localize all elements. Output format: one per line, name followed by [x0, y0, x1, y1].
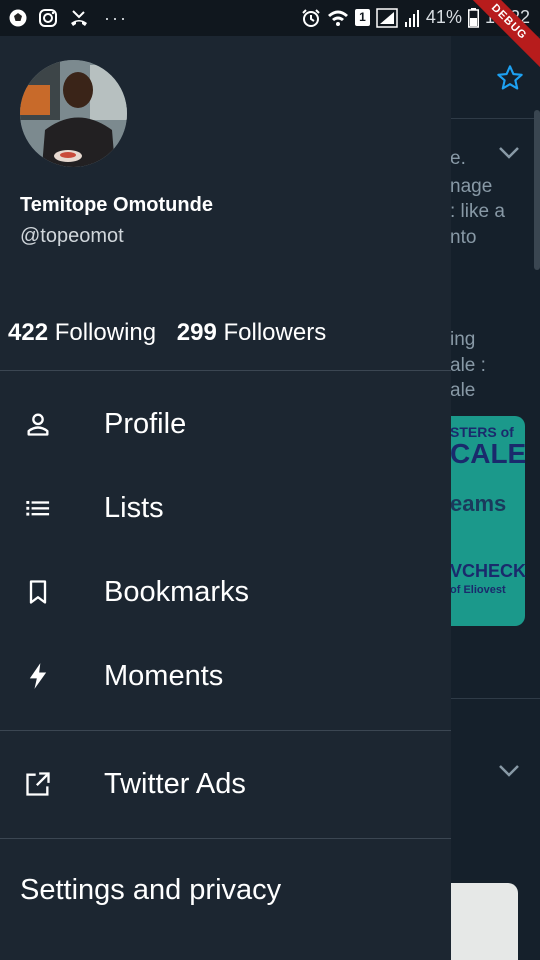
followers-label[interactable]: Followers [224, 319, 327, 346]
signal-icon [376, 7, 398, 28]
tweet-text: nto [450, 227, 477, 248]
card-text: of Eliovest [450, 584, 506, 596]
tweet-text: ale [450, 380, 476, 401]
instagram-icon [39, 9, 57, 27]
menu-label: Moments [104, 659, 224, 692]
divider [0, 838, 451, 839]
follow-counts: 422 Following 299 Followers [8, 319, 340, 347]
avatar[interactable] [20, 60, 127, 167]
tweet-text: : like a [450, 201, 505, 222]
list-icon [22, 492, 54, 524]
lightning-icon [22, 660, 54, 692]
divider [450, 698, 540, 699]
menu-item-moments[interactable]: Moments [0, 641, 451, 711]
menu-label: Lists [104, 491, 164, 524]
tweet-media-card[interactable]: STERS of CALE eams VCHECK of Eliovest [450, 416, 527, 626]
settings-and-privacy-link[interactable]: Settings and privacy [20, 874, 281, 907]
card-text: CALE [450, 438, 527, 469]
external-link-icon [22, 768, 54, 800]
tweet-text: e. [450, 148, 466, 169]
profile-name[interactable]: Temitope Omotunde [20, 194, 213, 217]
battery-percent: 41% [425, 7, 462, 27]
timeline-background: e. nage : like a nto ing ale : ale STERS… [450, 36, 540, 960]
divider [0, 370, 451, 371]
chevron-down-icon[interactable] [498, 764, 520, 778]
signal-bars-icon [404, 9, 419, 27]
card-text: eams [450, 491, 507, 516]
missed-call-icon [71, 10, 87, 26]
menu-label: Profile [104, 407, 187, 440]
sim-badge: 1 [354, 9, 370, 26]
profile-handle: @topeomot [20, 225, 124, 247]
followers-count[interactable]: 299 [177, 319, 217, 346]
alarm-icon [302, 8, 320, 27]
divider [0, 730, 451, 731]
menu-item-twitter-ads[interactable]: Twitter Ads [0, 749, 451, 819]
card-text: VCHECK [450, 561, 527, 581]
person-icon [22, 408, 54, 440]
navigation-drawer: Temitope Omotunde @topeomot 422 Followin… [0, 36, 451, 960]
bookmark-icon [22, 576, 54, 608]
menu-item-bookmarks[interactable]: Bookmarks [0, 557, 451, 627]
divider [450, 118, 540, 119]
menu-item-lists[interactable]: Lists [0, 473, 451, 543]
more-notifications: ··· [104, 8, 128, 28]
tweet-text: ale : [450, 355, 486, 376]
menu-label: Bookmarks [104, 575, 250, 608]
scrollbar[interactable] [534, 110, 540, 270]
status-bar: ··· 1 41% 16:22 DEBUG [0, 0, 540, 76]
tweet-text: nage [450, 176, 493, 197]
following-label[interactable]: Following [55, 319, 156, 346]
tweet-text: ing [450, 329, 476, 350]
menu-item-profile[interactable]: Profile [0, 389, 451, 459]
star-icon[interactable] [496, 64, 524, 92]
menu-label: Twitter Ads [104, 767, 246, 800]
wifi-icon [327, 10, 348, 26]
following-count[interactable]: 422 [8, 319, 48, 346]
soccer-ball-icon [9, 9, 27, 27]
tweet-image-thumbnail[interactable] [450, 883, 518, 960]
battery-icon [467, 7, 479, 28]
chevron-down-icon[interactable] [498, 146, 520, 160]
